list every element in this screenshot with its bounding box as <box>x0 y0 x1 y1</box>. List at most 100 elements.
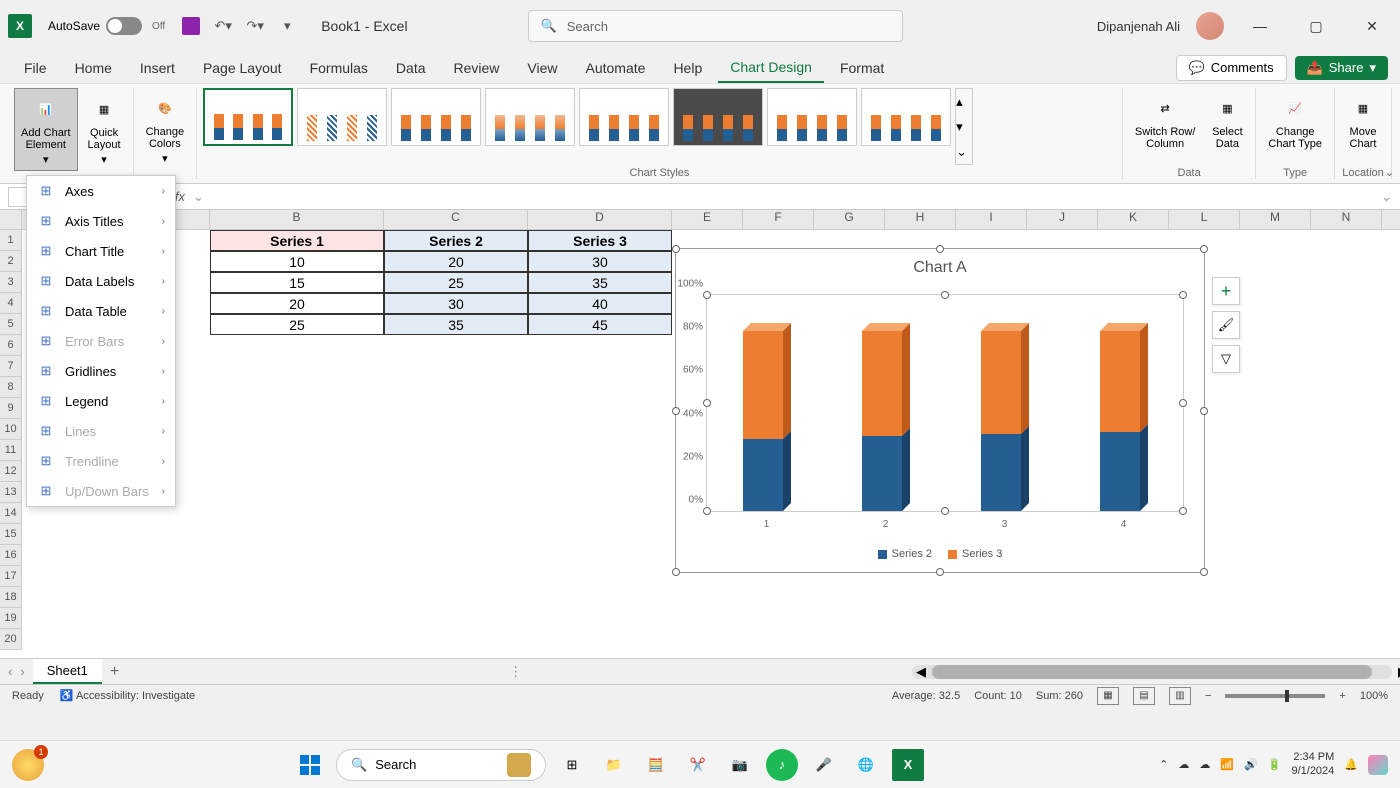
chart-style-2[interactable] <box>297 88 387 146</box>
chart-filters-button[interactable]: ▽ <box>1212 345 1240 373</box>
col-header[interactable]: F <box>743 210 814 229</box>
row-header[interactable]: 12 <box>0 461 22 482</box>
row-header[interactable]: 17 <box>0 566 22 587</box>
col-header[interactable]: G <box>814 210 885 229</box>
search-box[interactable]: 🔍 Search <box>528 10 903 42</box>
spreadsheet-grid[interactable]: A B C D E F G H I J K L M N 1 2 3 4 5 6 … <box>0 210 1400 658</box>
qat-customize-button[interactable]: ▾ <box>277 16 297 36</box>
chrome-icon[interactable]: 🌐 <box>850 749 882 781</box>
dd-axis-titles[interactable]: ⊞Axis Titles› <box>27 206 175 236</box>
tab-help[interactable]: Help <box>661 54 714 82</box>
ribbon-collapse-button[interactable]: ⌄ <box>1385 166 1394 179</box>
select-all-corner[interactable] <box>0 210 22 229</box>
comments-button[interactable]: 💬 Comments <box>1176 55 1287 81</box>
autosave-toggle[interactable]: AutoSave Off <box>48 17 165 35</box>
fx-expand-button[interactable]: ⌄ <box>193 189 204 205</box>
tray-chevron-icon[interactable]: ⌃ <box>1159 758 1168 771</box>
cell[interactable]: 35 <box>384 314 528 335</box>
chart-style-1[interactable] <box>203 88 293 146</box>
chart-style-4[interactable] <box>485 88 575 146</box>
snipping-tool-icon[interactable]: ✂️ <box>682 749 714 781</box>
minimize-button[interactable]: — <box>1240 6 1280 46</box>
excel-taskbar-icon[interactable]: X <box>892 749 924 781</box>
cell[interactable]: 15 <box>210 272 384 293</box>
row-header[interactable]: 2 <box>0 251 22 272</box>
camera-icon[interactable]: 📷 <box>724 749 756 781</box>
normal-view-button[interactable]: ▦ <box>1097 687 1119 705</box>
chart-bar[interactable]: 4 <box>1100 295 1148 511</box>
tab-view[interactable]: View <box>515 54 569 82</box>
tab-page-layout[interactable]: Page Layout <box>191 54 294 82</box>
row-header[interactable]: 13 <box>0 482 22 503</box>
col-header[interactable]: J <box>1027 210 1098 229</box>
cell[interactable]: 35 <box>528 272 672 293</box>
sheet-nav-next[interactable]: › <box>20 664 24 679</box>
row-header[interactable]: 4 <box>0 293 22 314</box>
move-chart-button[interactable]: ▦ Move Chart <box>1341 88 1385 154</box>
wifi-icon[interactable]: 📶 <box>1220 758 1234 771</box>
tab-review[interactable]: Review <box>442 54 512 82</box>
tab-format[interactable]: Format <box>828 54 896 82</box>
chart-bar[interactable]: 2 <box>862 295 910 511</box>
row-header[interactable]: 11 <box>0 440 22 461</box>
chart-style-6[interactable] <box>673 88 763 146</box>
row-header[interactable]: 9 <box>0 398 22 419</box>
col-header[interactable]: C <box>384 210 528 229</box>
cloud-icon[interactable]: ☁ <box>1178 758 1189 771</box>
redo-button[interactable]: ↷▾ <box>245 16 265 36</box>
chart-legend[interactable]: Series 2 Series 3 <box>676 548 1204 560</box>
chart-bar[interactable]: 3 <box>981 295 1029 511</box>
row-header[interactable]: 19 <box>0 608 22 629</box>
chart-style-7[interactable] <box>767 88 857 146</box>
tab-chart-design[interactable]: Chart Design <box>718 53 824 83</box>
cell[interactable]: 30 <box>528 251 672 272</box>
chart-style-3[interactable] <box>391 88 481 146</box>
dd-gridlines[interactable]: ⊞Gridlines› <box>27 356 175 386</box>
chart-bar[interactable]: 1 <box>743 295 791 511</box>
start-button[interactable] <box>294 749 326 781</box>
cell[interactable]: 30 <box>384 293 528 314</box>
tab-data[interactable]: Data <box>384 54 438 82</box>
select-data-button[interactable]: ▦ Select Data <box>1205 88 1249 154</box>
save-button[interactable] <box>181 16 201 36</box>
share-button[interactable]: 📤 Share ▾ <box>1295 56 1388 80</box>
row-header[interactable]: 8 <box>0 377 22 398</box>
cell[interactable]: 10 <box>210 251 384 272</box>
copilot-icon[interactable] <box>1368 755 1388 775</box>
zoom-slider[interactable] <box>1225 694 1325 698</box>
horizontal-scrollbar[interactable]: ◀▶ <box>912 665 1392 679</box>
tab-formulas[interactable]: Formulas <box>298 54 380 82</box>
cell[interactable]: 25 <box>384 272 528 293</box>
row-header[interactable]: 18 <box>0 587 22 608</box>
undo-button[interactable]: ↶▾ <box>213 16 233 36</box>
col-header[interactable]: H <box>885 210 956 229</box>
user-avatar[interactable] <box>1196 12 1224 40</box>
chart-object[interactable]: Chart A 0% 20% 40% 60% 80% 100% <box>675 248 1205 573</box>
dd-data-table[interactable]: ⊞Data Table› <box>27 296 175 326</box>
spotify-icon[interactable]: ♪ <box>766 749 798 781</box>
battery-icon[interactable]: 🔋 <box>1268 758 1282 771</box>
onedrive-icon[interactable]: ☁ <box>1199 758 1210 771</box>
dd-chart-title[interactable]: ⊞Chart Title› <box>27 236 175 266</box>
tab-home[interactable]: Home <box>63 54 124 82</box>
chart-elements-button[interactable]: + <box>1212 277 1240 305</box>
change-colors-button[interactable]: 🎨 Change Colors ▾ <box>140 88 191 169</box>
sheet-tab[interactable]: Sheet1 <box>33 659 102 684</box>
col-header[interactable]: K <box>1098 210 1169 229</box>
col-header[interactable]: N <box>1311 210 1382 229</box>
cell[interactable]: 20 <box>210 293 384 314</box>
tab-automate[interactable]: Automate <box>574 54 658 82</box>
cells-area[interactable]: Series 1 Series 2 Series 3 10 20 30 15 2… <box>22 230 1400 650</box>
row-header[interactable]: 7 <box>0 356 22 377</box>
toggle-switch[interactable] <box>106 17 142 35</box>
chart-title[interactable]: Chart A <box>676 249 1204 287</box>
dd-legend[interactable]: ⊞Legend› <box>27 386 175 416</box>
chart-style-5[interactable] <box>579 88 669 146</box>
zoom-out-button[interactable]: − <box>1205 690 1211 702</box>
tab-file[interactable]: File <box>12 54 59 82</box>
task-view-button[interactable]: ⊞ <box>556 749 588 781</box>
volume-icon[interactable]: 🔊 <box>1244 758 1258 771</box>
row-header[interactable]: 15 <box>0 524 22 545</box>
clock[interactable]: 2:34 PM 9/1/2024 <box>1291 751 1334 777</box>
cell[interactable]: 40 <box>528 293 672 314</box>
